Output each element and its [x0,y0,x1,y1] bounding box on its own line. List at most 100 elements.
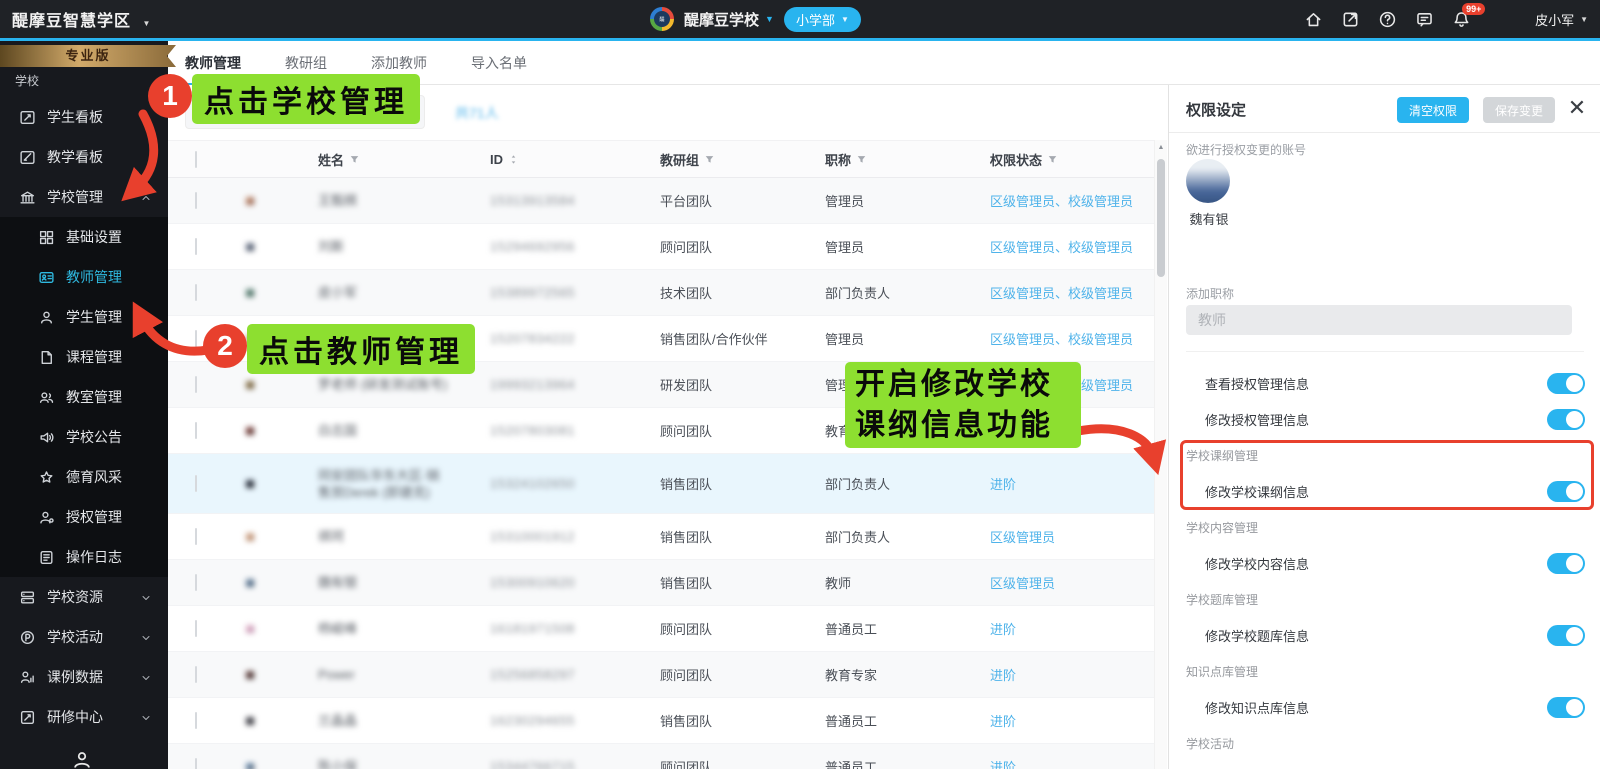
permission-status-link[interactable]: 区级管理员、校级管理员 [990,240,1133,255]
sidebar-subitem[interactable]: 德育风采 [0,457,168,497]
filter-icon[interactable] [704,154,715,165]
sidebar-item[interactable]: 学校资源 [0,577,168,617]
toggle-switch[interactable] [1547,480,1585,502]
row-checkbox[interactable] [195,422,197,439]
permission-status-link[interactable]: 进阶 [990,668,1016,683]
permission-status-link[interactable]: 进阶 [990,622,1016,637]
filter-icon[interactable] [1047,154,1058,165]
header-title[interactable]: 职称 [825,150,990,169]
header-id[interactable]: ID [490,152,660,167]
table-row[interactable]: 兰晶晶 16230294655 销售团队 普通员工 进阶 [168,698,1154,744]
filter-icon[interactable] [349,154,360,165]
user-avatar[interactable] [1489,5,1517,33]
sidebar-subitem[interactable]: 学校公告 [0,417,168,457]
clear-permissions-button[interactable]: 清空权限 [1397,97,1470,123]
table-row[interactable]: 刘斯 15294692956 顾问团队 管理员 区级管理员、校级管理员 [168,224,1154,270]
sidebar-subitem[interactable]: 基础设置 [0,217,168,257]
toggle-switch[interactable] [1547,696,1585,718]
toggle-switch[interactable] [1547,624,1585,646]
chevron-up-icon [140,191,152,203]
table-row[interactable]: 陈小保 15344766715 顾问团队 普通员工 进阶 [168,744,1154,769]
sidebar-subitem[interactable]: 教师管理 [0,257,168,297]
add-title-input[interactable] [1186,305,1572,335]
sidebar-subitem[interactable]: 课程管理 [0,337,168,377]
sidebar-item[interactable]: 学生看板 [0,97,168,137]
bell-icon[interactable]: 99+ [1452,2,1486,29]
scroll-up-icon[interactable]: ▲ [1155,140,1167,151]
permission-status-link[interactable]: 进阶 [990,714,1016,729]
teacher-team: 销售团队/合作伙伴 [660,332,768,347]
row-checkbox[interactable] [195,666,197,683]
school-manage-icon [19,189,36,206]
school-logo-icon: 醍 [650,7,674,31]
row-checkbox[interactable] [195,330,197,347]
teacher-name: 祺珂 [318,529,345,544]
header-team[interactable]: 教研组 [660,150,825,169]
campus-selector[interactable]: 小学部 ▼ [783,6,861,32]
permission-status-link[interactable]: 区级管理员 [990,530,1055,545]
sidebar-item[interactable]: 教学看板 [0,137,168,177]
header-status[interactable]: 权限状态 [990,150,1154,169]
table-row[interactable]: 杨峻峰 16181971508 顾问团队 普通员工 进阶 [168,606,1154,652]
teacher-id: 15300910620 [490,575,576,590]
filter-icon[interactable] [856,154,867,165]
table-row[interactable]: 祺珂 15310001912 销售团队 部门负责人 区级管理员 [168,514,1154,560]
sidebar-item[interactable]: 研修中心 [0,697,168,737]
sidebar-subitem[interactable]: 教室管理 [0,377,168,417]
sort-icon[interactable] [508,154,519,165]
toggle-switch[interactable] [1547,372,1585,394]
row-checkbox[interactable] [195,192,197,209]
permission-status-link[interactable]: 区级管理员、校级管理员 [990,332,1133,347]
close-icon[interactable]: ✕ [1565,95,1589,121]
row-checkbox[interactable] [195,528,197,545]
row-checkbox[interactable] [195,376,197,393]
permission-status-link[interactable]: 进阶 [990,760,1016,769]
save-changes-button[interactable]: 保存变更 [1483,97,1556,123]
user-menu[interactable]: 皮小军 ▼ [1535,10,1588,29]
teacher-name: 魏有银 [318,575,358,590]
help-icon[interactable] [1378,10,1397,29]
table-scrollbar[interactable]: ▲ [1154,140,1167,769]
row-checkbox[interactable] [195,284,197,301]
sidebar-item[interactable]: 学校活动 [0,617,168,657]
table-row[interactable]: 皮小军 15389972565 技术团队 部门负责人 区级管理员、校级管理员 [168,270,1154,316]
table-row[interactable]: 王甄棋 15313913584 平台团队 管理员 区级管理员、校级管理员 [168,178,1154,224]
row-checkbox[interactable] [195,758,197,769]
select-all-checkbox[interactable] [195,150,197,168]
sidebar-item[interactable]: 课例数据 [0,657,168,697]
teacher-name: 陈小保 [318,759,358,769]
chat-icon[interactable] [1415,10,1434,29]
row-checkbox[interactable] [195,475,197,492]
table-row[interactable]: 同安团队华东大区-销 售贸Derek (即建克) 15324102650 销售团… [168,454,1154,514]
tab-label: 导入名单 [471,55,527,71]
table-row[interactable]: 魏有银 15300910620 销售团队 教师 区级管理员 [168,560,1154,606]
row-checkbox[interactable] [195,712,197,729]
external-link-icon[interactable] [1341,10,1360,29]
member-count-link[interactable]: 共71人 [455,103,499,123]
sidebar-subitem[interactable]: 授权管理 [0,497,168,537]
district-menu[interactable]: 醍摩豆智慧学区 ▼ [12,7,151,31]
school-name[interactable]: 醍摩豆学校 [684,9,759,30]
scrollbar-thumb[interactable] [1157,159,1165,277]
row-checkbox[interactable] [195,238,197,255]
teacher-team: 顾问团队 [660,240,713,255]
row-checkbox[interactable] [195,620,197,637]
row-checkbox[interactable] [195,574,197,591]
header-name[interactable]: 姓名 [318,150,490,169]
permission-status-link[interactable]: 区级管理员、校级管理员 [990,286,1133,301]
toggle-switch[interactable] [1547,408,1585,430]
teacher-name: 刘斯 [318,239,345,254]
teacher-team: 顾问团队 [660,668,713,683]
permission-status-link[interactable]: 进阶 [990,477,1016,492]
sidebar-subitem[interactable]: 操作日志 [0,537,168,577]
table-row[interactable]: Power 15256858297 顾问团队 教育专家 进阶 [168,652,1154,698]
home-icon[interactable] [1304,10,1323,29]
sidebar-subitem[interactable]: 学生管理 [0,297,168,337]
tab[interactable]: 导入名单 [471,41,527,85]
permission-status-link[interactable]: 区级管理员、校级管理员 [990,194,1133,209]
permission-status-link[interactable]: 区级管理员 [990,576,1055,591]
sidebar-item[interactable]: 学校管理 [0,177,168,217]
teacher-title: 部门负责人 [825,530,891,545]
toggle-switch[interactable] [1547,552,1585,574]
permission-label: 修改学校课纲信息 [1205,484,1310,500]
